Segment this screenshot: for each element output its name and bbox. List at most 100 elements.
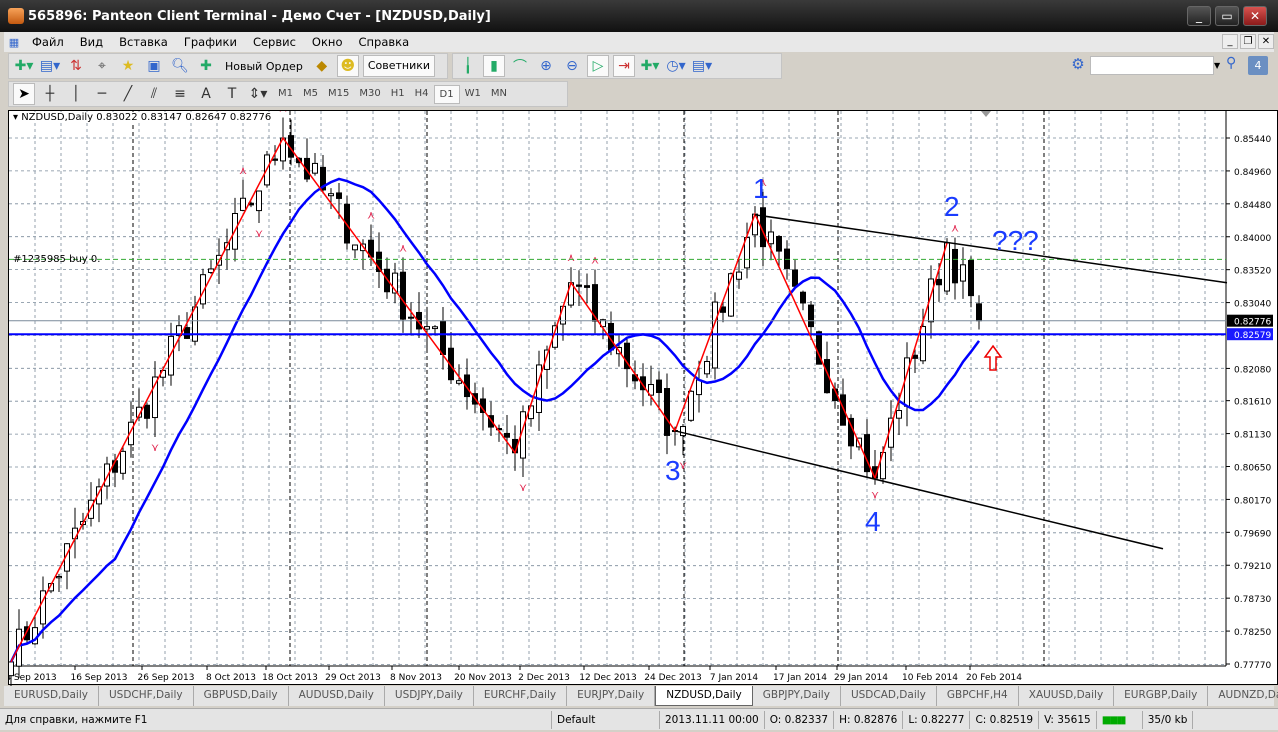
chart-tab[interactable]: USDCAD,Daily (841, 686, 937, 706)
chart-tab[interactable]: EURCHF,Daily (474, 686, 568, 706)
close-button[interactable]: ✕ (1243, 6, 1267, 26)
timeframe-d1[interactable]: D1 (433, 84, 460, 104)
price-tick-label: 0.82080 (1234, 365, 1271, 375)
menu-help[interactable]: Справка (350, 35, 417, 49)
notifications-badge[interactable]: 4 (1248, 56, 1268, 75)
menu-view[interactable]: Вид (72, 35, 111, 49)
chart-tab[interactable]: AUDUSD,Daily (289, 686, 385, 706)
trendline-icon[interactable]: ╱ (117, 83, 139, 105)
chart-tab[interactable]: GBPCHF,H4 (937, 686, 1019, 706)
status-profile: Default (552, 710, 660, 729)
zoom-in-icon[interactable]: ⊕ (535, 55, 557, 77)
terminal-icon[interactable]: ▣ (143, 55, 165, 77)
menu-tools[interactable]: Сервис (245, 35, 304, 49)
line-chart-icon[interactable]: ⌒ (509, 55, 531, 77)
search-icon[interactable]: ⚲ (1226, 55, 1244, 71)
price-tick-label: 0.78250 (1234, 628, 1271, 638)
fractal-up-marker: ⋏ (239, 164, 247, 177)
timeframe-mn[interactable]: MN (486, 85, 512, 104)
new-order-button[interactable]: Новый Ордер (221, 60, 307, 73)
chart-tab[interactable]: EURGBP,Daily (1114, 686, 1209, 706)
navigator-icon[interactable]: ★ (117, 55, 139, 77)
horizontal-line-icon[interactable]: ─ (91, 83, 113, 105)
new-order-icon[interactable]: ✚ (195, 55, 217, 77)
price-tick-label: 0.77770 (1234, 661, 1271, 671)
experts-button[interactable]: Советники (362, 55, 436, 77)
chart-tab[interactable]: GBPUSD,Daily (194, 686, 289, 706)
candle-body (352, 244, 358, 251)
timeframe-m1[interactable]: M1 (273, 85, 298, 104)
chart-tab[interactable]: EURUSD,Daily (4, 686, 99, 706)
menu-charts[interactable]: Графики (176, 35, 245, 49)
price-tick-label: 0.78730 (1234, 595, 1271, 605)
chart-tab[interactable]: EURJPY,Daily (567, 686, 656, 706)
candle-body (936, 278, 942, 286)
timeframe-h4[interactable]: H4 (410, 85, 434, 104)
mdi-minimize-button[interactable]: _ (1222, 34, 1238, 49)
chart-tab[interactable]: AUDNZD,Daily (1208, 686, 1278, 706)
status-volume: V: 35615 (1039, 710, 1097, 729)
profiles-icon[interactable]: ▤▾ (39, 55, 61, 77)
indicators-icon[interactable]: ✚▾ (639, 55, 661, 77)
cursor-icon[interactable]: ➤ (13, 83, 35, 105)
menu-bar: ▦ Файл Вид Вставка Графики Сервис Окно С… (4, 32, 1274, 52)
vertical-line-icon[interactable]: │ (65, 83, 87, 105)
minimize-button[interactable]: _ (1187, 6, 1211, 26)
candlestick-icon[interactable]: ▮ (483, 55, 505, 77)
time-tick-label: 8 Oct 2013 (206, 673, 256, 683)
bar-chart-icon[interactable]: ╽ (457, 55, 479, 77)
equidistant-channel-icon[interactable]: ⫽ (143, 83, 165, 105)
experts-icon[interactable]: ☻ (336, 55, 359, 77)
settings-gear-icon[interactable]: ⚙ (1068, 55, 1088, 75)
timeframe-m5[interactable]: M5 (298, 85, 323, 104)
periods-icon[interactable]: ◷▾ (665, 55, 687, 77)
search-dropdown-icon[interactable]: ▼ (1214, 56, 1224, 75)
menu-insert[interactable]: Вставка (111, 35, 176, 49)
market-watch-icon[interactable]: ⇅ (65, 55, 87, 77)
fibonacci-icon[interactable]: ≡ (169, 83, 191, 105)
price-tick-label: 0.84000 (1234, 234, 1271, 244)
text-icon[interactable]: A (195, 83, 217, 105)
chart-window[interactable]: 0.85440 0.84960 0.84480 0.84000 0.83520 0.830… (8, 110, 1278, 686)
timeframe-w1[interactable]: W1 (460, 85, 486, 104)
zoom-out-icon[interactable]: ⊖ (561, 55, 583, 77)
arrows-icon[interactable]: ⇕▾ (247, 83, 269, 105)
chart-tab[interactable]: USDCHF,Daily (99, 686, 194, 706)
candle-body (184, 327, 190, 339)
metaeditor-icon[interactable]: ◆ (311, 55, 333, 77)
menu-file[interactable]: Файл (24, 35, 72, 49)
candle-body (584, 285, 590, 288)
menu-window[interactable]: Окно (304, 35, 351, 49)
collapse-icon[interactable]: ▾ (13, 112, 21, 123)
candle-body (680, 426, 686, 437)
timeframe-m15[interactable]: M15 (323, 85, 354, 104)
maximize-button[interactable]: ▭ (1215, 6, 1239, 26)
price-chart[interactable]: 0.85440 0.84960 0.84480 0.84000 0.83520 0.830… (9, 111, 1278, 686)
candle-body (120, 450, 126, 474)
templates-icon[interactable]: ▤▾ (691, 55, 713, 77)
data-window-icon[interactable]: ⌖ (91, 55, 113, 77)
timeframe-m30[interactable]: M30 (354, 85, 385, 104)
candle-body (576, 284, 582, 287)
crosshair-icon[interactable]: ┼ (39, 83, 61, 105)
candle-body (424, 326, 430, 330)
search-input[interactable] (1090, 56, 1214, 75)
time-tick-label: 18 Oct 2013 (262, 673, 318, 683)
chart-shift-icon[interactable]: ⇥ (613, 55, 635, 77)
time-tick-label: 12 Dec 2013 (579, 673, 637, 683)
candle-body (328, 193, 334, 197)
candle-body (952, 248, 958, 284)
chart-tab[interactable]: GBPJPY,Daily (753, 686, 841, 706)
chart-tab[interactable]: XAUUSD,Daily (1019, 686, 1115, 706)
new-chart-icon[interactable]: ✚▾ (13, 55, 35, 77)
auto-scroll-icon[interactable]: ▷ (587, 55, 609, 77)
chart-tab[interactable]: USDJPY,Daily (385, 686, 474, 706)
mdi-restore-button[interactable]: ❐ (1240, 34, 1256, 49)
mdi-close-button[interactable]: ✕ (1258, 34, 1274, 49)
text-label-icon[interactable]: T (221, 83, 243, 105)
candle-body (504, 432, 510, 438)
timeframe-h1[interactable]: H1 (386, 85, 410, 104)
strategy-tester-icon[interactable]: 🔍︎ (169, 55, 191, 77)
hline-price-label: 0.82579 (1234, 331, 1271, 341)
chart-tab[interactable]: NZDUSD,Daily (655, 686, 753, 706)
